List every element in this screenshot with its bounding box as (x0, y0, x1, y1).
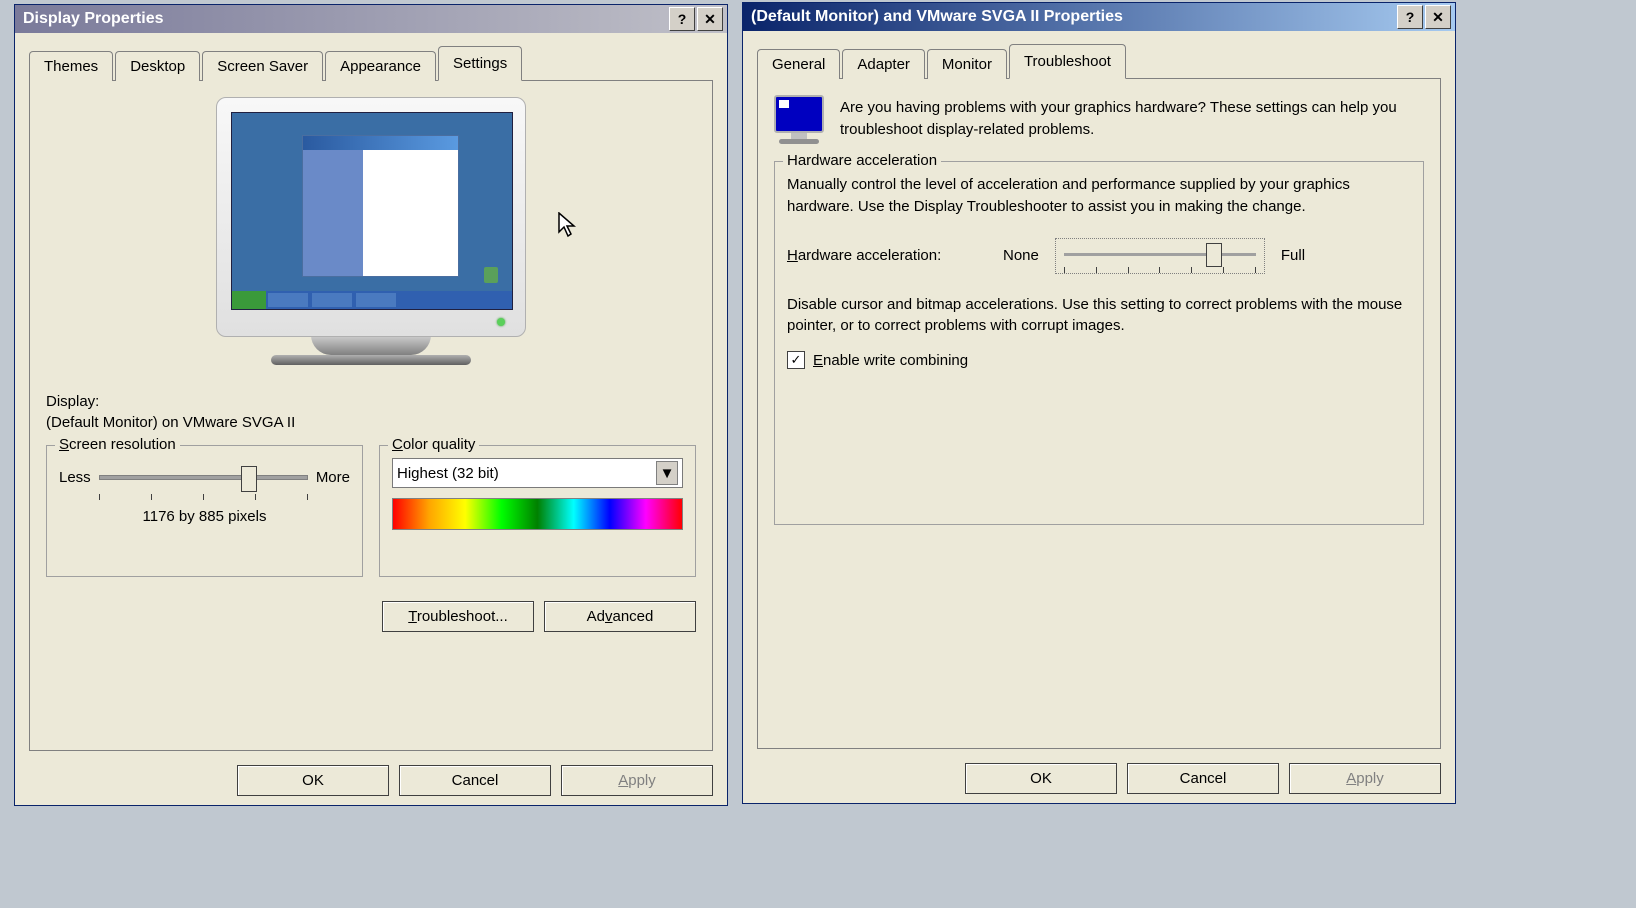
tab-settings[interactable]: Settings (438, 46, 522, 81)
tab-desktop[interactable]: Desktop (115, 51, 200, 81)
tabstrip: Themes Desktop Screen Saver Appearance S… (29, 45, 713, 81)
color-title: Color quality (388, 436, 479, 453)
help-button[interactable]: ? (1397, 5, 1423, 29)
troubleshoot-panel: Are you having problems with your graphi… (757, 79, 1441, 749)
hw-intro-text: Manually control the level of accelerati… (787, 174, 1411, 218)
cancel-button[interactable]: Cancel (399, 765, 551, 796)
color-quality-select[interactable]: Highest (32 bit) ▼ (392, 458, 683, 488)
resolution-group: Screen resolution Less More 1176 by 885 … (46, 445, 363, 577)
resolution-slider[interactable] (99, 464, 308, 490)
tab-troubleshoot[interactable]: Troubleshoot (1009, 44, 1126, 79)
hardware-accel-group: Hardware acceleration Manually control t… (774, 161, 1424, 525)
tab-appearance[interactable]: Appearance (325, 51, 436, 81)
hw-accel-slider[interactable] (1055, 238, 1265, 274)
troubleshoot-button[interactable]: Troubleshoot... (382, 601, 534, 632)
advanced-button[interactable]: Advanced (544, 601, 696, 632)
apply-button[interactable]: Apply (1289, 763, 1441, 794)
resolution-title: Screen resolution (55, 436, 180, 453)
ok-button[interactable]: OK (237, 765, 389, 796)
slider-less-label: Less (59, 469, 91, 486)
monitor-properties-window: (Default Monitor) and VMware SVGA II Pro… (742, 2, 1456, 804)
hw-group-title: Hardware acceleration (783, 152, 941, 169)
hw-accel-label: Hardware acceleration: (787, 247, 987, 264)
apply-button[interactable]: Apply (561, 765, 713, 796)
color-quality-value: Highest (32 bit) (397, 465, 499, 482)
titlebar[interactable]: Display Properties ? ✕ (15, 5, 727, 33)
dropdown-arrow-icon: ▼ (656, 461, 678, 485)
close-button[interactable]: ✕ (697, 7, 723, 31)
color-group: Color quality Highest (32 bit) ▼ (379, 445, 696, 577)
monitor-preview (211, 97, 531, 377)
display-label: Display: (46, 393, 696, 410)
slider-more-label: More (316, 469, 350, 486)
cancel-button[interactable]: Cancel (1127, 763, 1279, 794)
write-combining-checkbox[interactable]: ✓ (787, 351, 805, 369)
titlebar-text: (Default Monitor) and VMware SVGA II Pro… (751, 8, 1397, 26)
settings-panel: Display: (Default Monitor) on VMware SVG… (29, 81, 713, 751)
tab-monitor[interactable]: Monitor (927, 49, 1007, 79)
tabstrip: General Adapter Monitor Troubleshoot (757, 43, 1441, 79)
hw-none-label: None (1003, 247, 1039, 264)
help-text: Are you having problems with your graphi… (840, 95, 1424, 141)
close-button[interactable]: ✕ (1425, 5, 1451, 29)
display-value: (Default Monitor) on VMware SVGA II (46, 414, 696, 431)
titlebar[interactable]: (Default Monitor) and VMware SVGA II Pro… (743, 3, 1455, 31)
display-properties-window: Display Properties ? ✕ Themes Desktop Sc… (14, 4, 728, 806)
tab-general[interactable]: General (757, 49, 840, 79)
titlebar-text: Display Properties (23, 10, 669, 28)
tab-adapter[interactable]: Adapter (842, 49, 925, 79)
resolution-value: 1176 by 885 pixels (59, 508, 350, 525)
write-combining-label: Enable write combining (813, 352, 968, 369)
hw-full-label: Full (1281, 247, 1305, 264)
tab-screensaver[interactable]: Screen Saver (202, 51, 323, 81)
tab-themes[interactable]: Themes (29, 51, 113, 81)
hw-desc-text: Disable cursor and bitmap accelerations.… (787, 294, 1411, 338)
help-button[interactable]: ? (669, 7, 695, 31)
color-spectrum-preview (392, 498, 683, 530)
monitor-icon (774, 95, 824, 141)
ok-button[interactable]: OK (965, 763, 1117, 794)
